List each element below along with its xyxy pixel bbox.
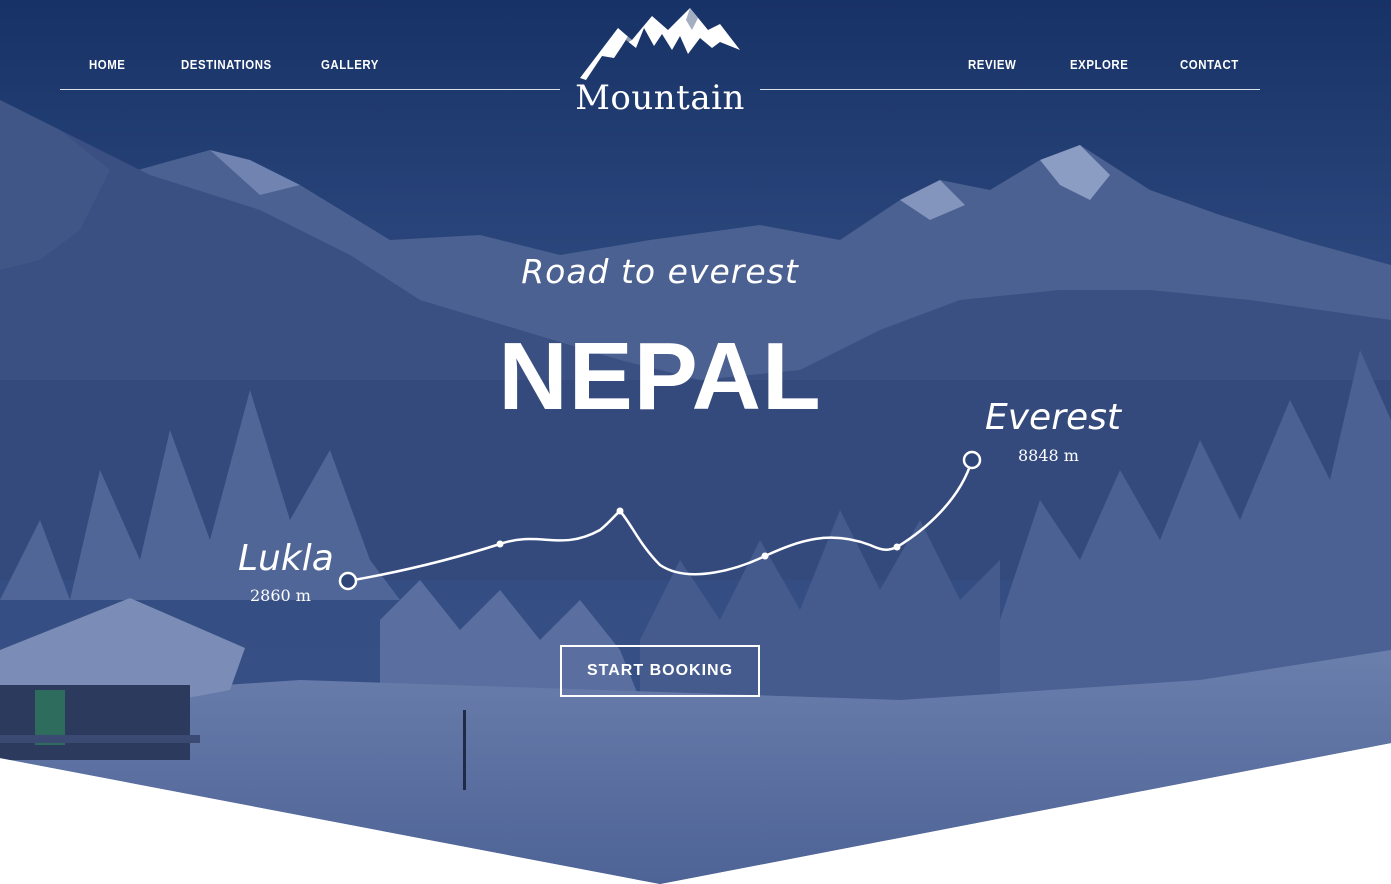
route-waypoint (616, 507, 624, 515)
start-booking-button[interactable]: START BOOKING (560, 645, 760, 697)
route-waypoint (893, 543, 901, 551)
end-point-altitude: 8848 m (1018, 446, 1079, 465)
end-point-name: Everest (985, 397, 1122, 438)
start-point-name: Lukla (238, 538, 334, 579)
hero-section: HOME DESTINATIONS GALLERY REVIEW EXPLORE… (0, 0, 1391, 884)
route-waypoint (496, 540, 504, 548)
start-point-altitude: 2860 m (250, 586, 311, 605)
trek-route-path (338, 450, 982, 591)
route-waypoint (761, 552, 769, 560)
everest-marker (962, 450, 982, 470)
lukla-marker (338, 571, 358, 591)
